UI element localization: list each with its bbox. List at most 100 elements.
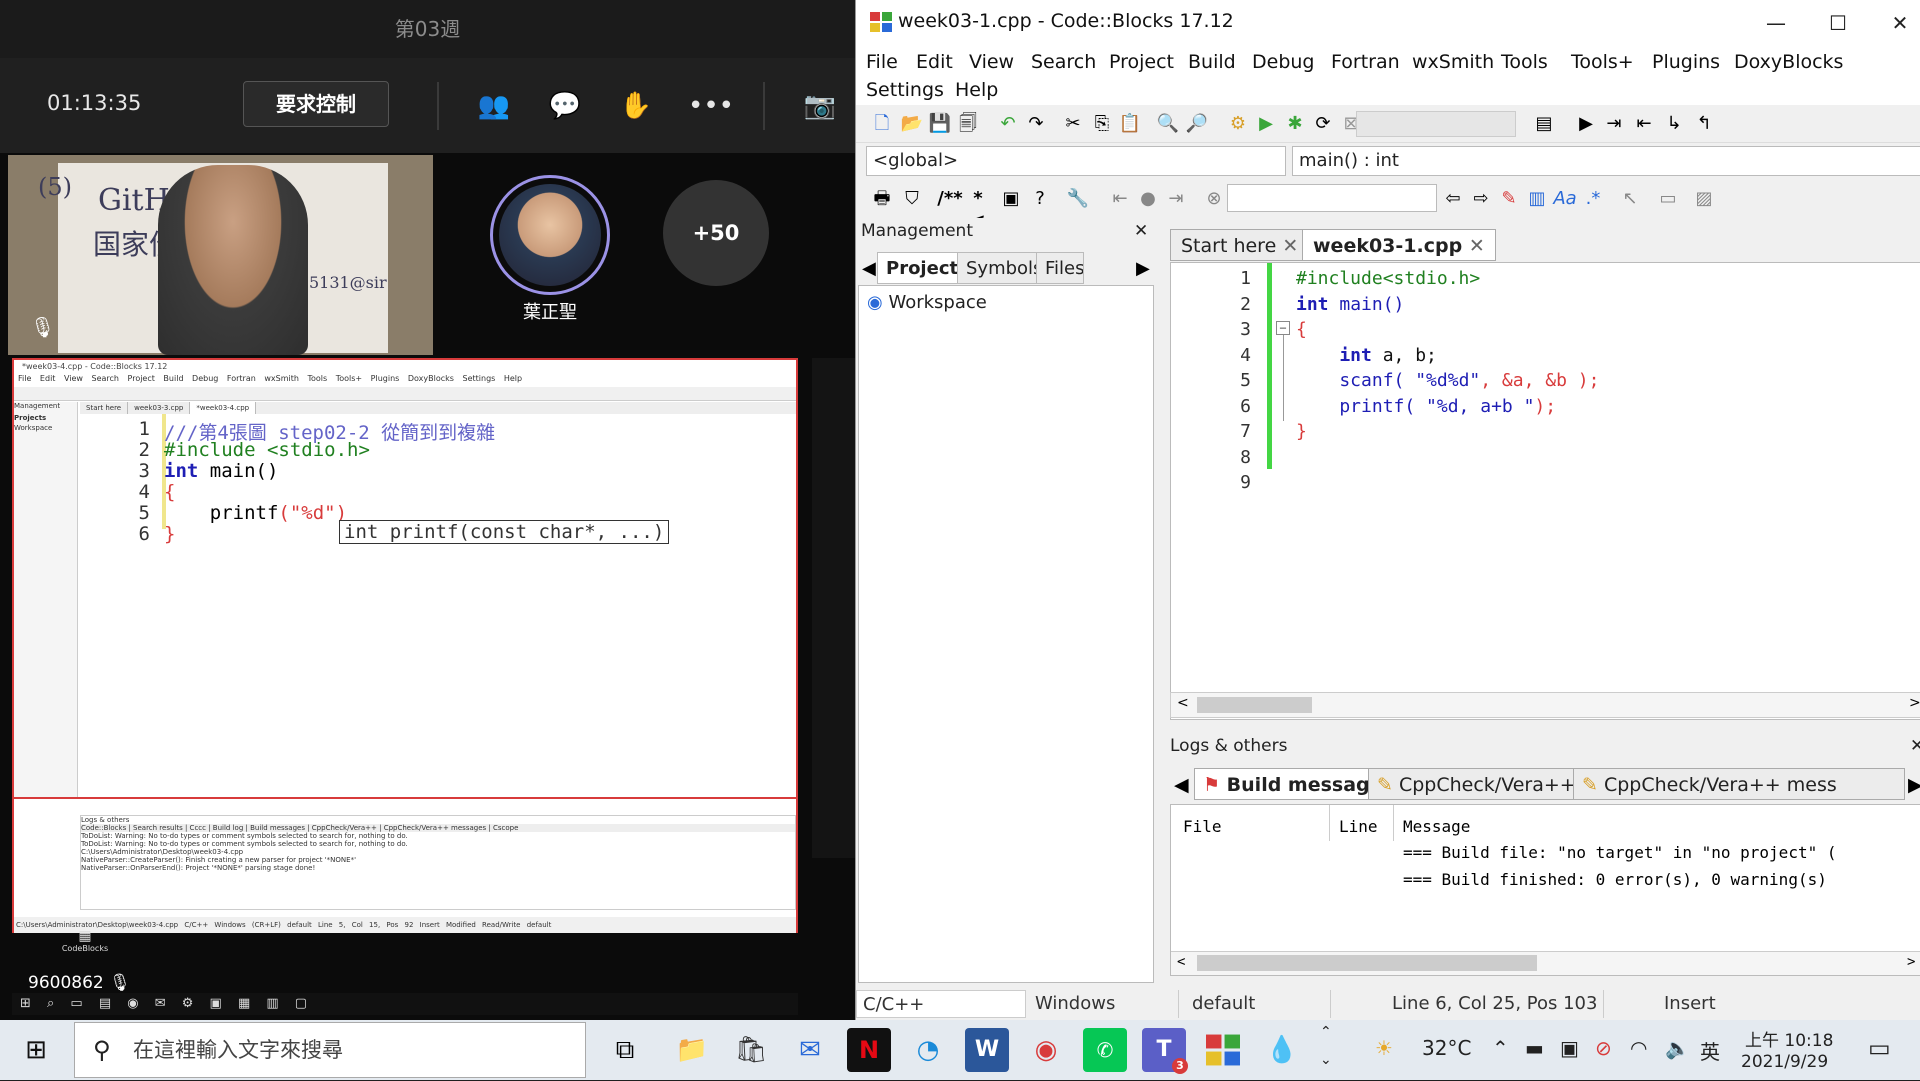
tab-start-here[interactable]: Start here ✕ xyxy=(1170,229,1310,261)
find-next-icon[interactable]: ⇨ xyxy=(1469,188,1493,210)
battery-icon[interactable]: ▬ xyxy=(1525,1036,1544,1060)
scope-select[interactable]: <global> xyxy=(866,146,1286,176)
run-to-cursor-icon[interactable]: ⇥ xyxy=(1602,113,1626,135)
build-and-run-icon[interactable]: ✱ xyxy=(1283,113,1307,135)
scroll-thumb[interactable] xyxy=(1197,955,1537,971)
print-icon[interactable]: 🖶 xyxy=(870,188,894,210)
column-header-file[interactable]: File xyxy=(1183,817,1222,836)
scroll-thumb[interactable] xyxy=(1197,697,1312,713)
new-file-icon[interactable]: 🗋 xyxy=(870,113,894,135)
menu-view[interactable]: View xyxy=(969,51,1014,73)
column-header-line[interactable]: Line xyxy=(1339,817,1378,836)
rebuild-icon[interactable]: ⟳ xyxy=(1311,113,1335,135)
code-editor[interactable]: − 1 #include<stdio.h> 2 int main() 3 {4 int a… xyxy=(1170,262,1920,720)
notification-icon[interactable]: ▭ xyxy=(1868,1034,1891,1062)
scroll-left-icon[interactable]: < xyxy=(1177,954,1185,970)
menu-search[interactable]: Search xyxy=(1031,51,1096,73)
clear-search-icon[interactable]: ⊗ xyxy=(1202,188,1226,210)
redo-icon[interactable]: ↷ xyxy=(1024,113,1048,135)
start-button[interactable]: ⊞ xyxy=(0,1020,72,1080)
selected-text-icon[interactable]: ▥ xyxy=(1525,188,1549,210)
fold-toggle-icon[interactable]: − xyxy=(1276,321,1290,335)
line-icon[interactable]: ✆ xyxy=(1083,1028,1127,1072)
regex-icon[interactable]: .* xyxy=(1581,188,1605,210)
wrench-icon[interactable]: 🔧 xyxy=(1066,188,1090,210)
menu-help[interactable]: Help xyxy=(955,79,998,101)
edge-icon[interactable]: ◔ xyxy=(906,1028,950,1072)
scroll-left-icon[interactable]: < xyxy=(1177,695,1189,711)
build-icon[interactable]: ⚙ xyxy=(1226,113,1250,135)
netflix-icon[interactable]: N xyxy=(847,1028,891,1072)
save-icon[interactable]: 💾 xyxy=(928,113,952,135)
scroll-right-icon[interactable]: > xyxy=(1907,954,1915,970)
menu-project[interactable]: Project xyxy=(1109,51,1174,73)
open-icon[interactable]: 📂 xyxy=(900,113,924,135)
jump-forward-icon[interactable]: ⇥ xyxy=(1164,188,1188,210)
mail-icon[interactable]: ✉ xyxy=(788,1028,832,1072)
doxy-extract-icon[interactable]: ▣ xyxy=(999,188,1023,210)
camera-off-icon[interactable]: 📷 xyxy=(798,84,842,128)
incremental-search-input[interactable] xyxy=(1227,184,1437,212)
overflow-up-icon[interactable]: ⌃ xyxy=(1320,1024,1332,1040)
menu-tools-plus[interactable]: Tools+ xyxy=(1571,51,1634,73)
doxy-help-icon[interactable]: ? xyxy=(1028,188,1052,210)
menu-file[interactable]: File xyxy=(866,51,898,73)
image-icon[interactable]: ▨ xyxy=(1692,188,1716,210)
workspace-node[interactable]: ◉ Workspace xyxy=(867,292,987,313)
doxy-inline-icon[interactable]: *< xyxy=(966,188,990,231)
tab-cppcheck-messages[interactable]: ✎ CppCheck/Vera++ mess xyxy=(1573,768,1905,800)
close-tab-icon[interactable]: ✕ xyxy=(1282,235,1298,257)
close-button[interactable]: ✕ xyxy=(1880,8,1920,38)
tab-week03-1[interactable]: week03-1.cpp ✕ xyxy=(1302,229,1496,261)
column-header-message[interactable]: Message xyxy=(1403,817,1470,836)
overflow-down-icon[interactable]: ⌄ xyxy=(1320,1052,1332,1068)
panel-icon[interactable]: ▭ xyxy=(1656,188,1680,210)
codeblocks-taskbar-icon[interactable] xyxy=(1201,1028,1245,1072)
menu-doxyblocks[interactable]: DoxyBlocks xyxy=(1734,51,1843,73)
participant-avatar[interactable] xyxy=(490,175,610,295)
editor-scrollbar[interactable]: < > xyxy=(1170,692,1920,718)
tab-scroll-left-icon[interactable]: ◀ xyxy=(862,258,876,279)
weather-icon[interactable]: ☀ xyxy=(1375,1036,1393,1060)
doxy-comment-icon[interactable]: /** xyxy=(934,188,966,210)
device-icon[interactable]: ▣ xyxy=(1560,1036,1579,1060)
step-into-icon[interactable]: ↳ xyxy=(1662,113,1686,135)
show-hidden-icon[interactable]: ⌃ xyxy=(1492,1036,1509,1060)
undo-icon[interactable]: ↶ xyxy=(996,113,1020,135)
tab-scroll-right-icon[interactable]: ▶ xyxy=(1908,774,1920,796)
find-icon[interactable]: 🔍 xyxy=(1156,113,1180,135)
teams-icon[interactable]: T3 xyxy=(1142,1028,1188,1074)
people-icon[interactable]: 👥 xyxy=(472,84,516,128)
volume-icon[interactable]: 🔈 xyxy=(1665,1036,1690,1060)
bookmark-icon[interactable]: ⛉ xyxy=(900,188,924,210)
store-icon[interactable]: 🛍 xyxy=(729,1028,773,1072)
minimize-button[interactable]: — xyxy=(1756,8,1796,38)
menu-plugins[interactable]: Plugins xyxy=(1652,51,1720,73)
debug-continue-icon[interactable]: ▶ xyxy=(1574,113,1598,135)
weather-temp[interactable]: 32°C xyxy=(1422,1036,1471,1060)
chat-icon[interactable]: 💬 xyxy=(543,84,587,128)
taskbar-search[interactable]: ⚲ 在這裡輸入文字來搜尋 xyxy=(74,1022,586,1078)
more-options-icon[interactable]: ••• xyxy=(688,84,734,128)
paste-icon[interactable]: 📋 xyxy=(1118,113,1142,135)
find-previous-icon[interactable]: ⇦ xyxy=(1441,188,1465,210)
request-control-button[interactable]: 要求控制 xyxy=(243,81,389,127)
word-icon[interactable]: W xyxy=(965,1028,1009,1072)
menu-wxsmith[interactable]: wxSmith xyxy=(1412,51,1494,73)
replace-icon[interactable]: 🔎 xyxy=(1185,113,1209,135)
menu-settings[interactable]: Settings xyxy=(866,79,944,101)
menu-debug[interactable]: Debug xyxy=(1252,51,1314,73)
build-target-select[interactable] xyxy=(1356,111,1516,137)
menu-edit[interactable]: Edit xyxy=(916,51,953,73)
menu-fortran[interactable]: Fortran xyxy=(1331,51,1400,73)
menu-tools[interactable]: Tools xyxy=(1501,51,1548,73)
tab-scroll-right-icon[interactable]: ▶ xyxy=(1136,258,1150,279)
clock-date[interactable]: 2021/9/29 xyxy=(1741,1052,1828,1072)
match-case-icon[interactable]: Aa xyxy=(1553,188,1577,210)
ime-indicator[interactable]: 英 xyxy=(1700,1036,1720,1065)
pointer-icon[interactable]: ↖ xyxy=(1618,188,1642,210)
speaker-video[interactable]: (5) GitHub 国家份 S5131@sir 🎙 xyxy=(8,155,433,355)
close-panel-icon[interactable]: ✕ xyxy=(1134,218,1148,245)
file-explorer-icon[interactable]: 📁 xyxy=(670,1028,714,1072)
highlight-icon[interactable]: ✎ xyxy=(1497,188,1521,210)
